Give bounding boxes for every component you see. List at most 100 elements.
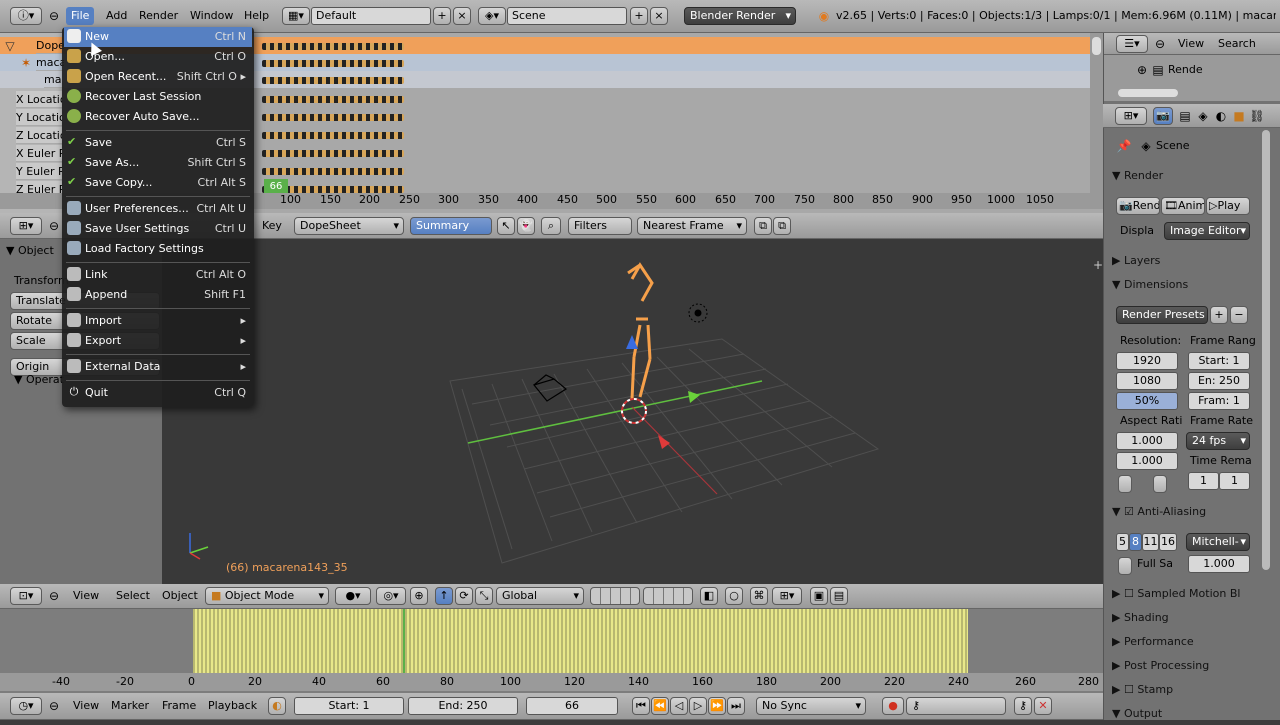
aa-samples-5[interactable]: 5 (1116, 533, 1129, 551)
play-reverse-icon[interactable]: ◁ (670, 697, 688, 715)
frame-end-field[interactable]: En: 250 (1188, 372, 1250, 390)
translate-manipulator-icon[interactable]: ↑ (435, 587, 453, 605)
scene-icon[interactable]: ◈▾ (478, 7, 506, 25)
dopesheet-scrollbar[interactable] (1090, 33, 1103, 209)
display-select[interactable]: Image Editor ▾ (1164, 222, 1250, 240)
jump-end-icon[interactable]: ⏭ (727, 697, 745, 715)
keyframe-strip[interactable] (262, 96, 404, 103)
editor-type-info-button[interactable]: ⓘ▾ (10, 7, 42, 25)
file-menu-save-as[interactable]: ✔ Save As... Shift Ctrl S (64, 153, 252, 173)
file-menu-save-copy[interactable]: ✔ Save Copy... Ctrl Alt S (64, 173, 252, 193)
properties-scrollbar[interactable] (1262, 130, 1270, 570)
channel-z-location[interactable]: Z Locatio (16, 127, 62, 144)
keyframe-strip[interactable] (262, 150, 404, 157)
show-hidden-toggle[interactable]: 👻 (517, 217, 535, 235)
menu-add[interactable]: Add (106, 7, 127, 25)
editor-type-dopesheet-button[interactable]: ⊞▾ (10, 217, 42, 235)
resolution-x-field[interactable]: 1920 (1116, 352, 1178, 370)
editor-type-outliner-button[interactable]: ☰▾ (1116, 35, 1148, 53)
border-checkbox[interactable] (1118, 475, 1132, 493)
search-icon[interactable]: ⌕ (541, 217, 561, 235)
menu-view[interactable]: View (1178, 35, 1204, 53)
time-remap-new-field[interactable]: 1 (1219, 472, 1250, 490)
file-menu-append[interactable]: Append Shift F1 (64, 285, 252, 305)
start-frame-field[interactable]: Start: 1 (294, 697, 404, 715)
channel-summary[interactable]: Dope (36, 37, 64, 54)
add-preset-button[interactable]: + (1210, 306, 1228, 324)
copy-keys-button[interactable]: ⧉ (754, 217, 772, 235)
layer-buttons[interactable] (643, 587, 693, 605)
layers-tab-icon[interactable]: ▤ (1177, 108, 1193, 124)
layer-buttons[interactable] (590, 587, 640, 605)
menu-view[interactable]: View (73, 587, 99, 605)
collapse-menu-icon[interactable]: ⊖ (46, 588, 62, 604)
add-layout-button[interactable]: + (433, 7, 451, 25)
timeline-current-frame-line[interactable] (403, 609, 405, 673)
collapse-menu-icon[interactable]: ⊖ (1152, 36, 1168, 52)
crop-checkbox[interactable] (1153, 475, 1167, 493)
time-remap-old-field[interactable]: 1 (1188, 472, 1219, 490)
timeline-ruler[interactable]: -40 -20 0 20 40 60 80 100 120 140 160 18… (0, 673, 1103, 691)
file-menu-quit[interactable]: ⏻ Quit Ctrl Q (64, 383, 252, 403)
animation-button[interactable]: 🎞Anim (1161, 197, 1205, 215)
editor-type-3dview-button[interactable]: ⊡▾ (10, 587, 42, 605)
render-presets-select[interactable]: Render Presets (1116, 306, 1208, 324)
world-tab-icon[interactable]: ◐ (1213, 108, 1229, 124)
channel-y-location[interactable]: Y Locatio (16, 109, 62, 126)
stamp-panel[interactable]: ▶ ☐ Stamp (1112, 679, 1252, 701)
keying-set-select[interactable]: ⚷ (906, 697, 1006, 715)
aspect-x-field[interactable]: 1.000 (1116, 432, 1178, 450)
collapse-menu-icon[interactable]: ⊖ (46, 698, 62, 714)
keyframe-strip[interactable] (262, 43, 404, 50)
file-menu-save-user-settings[interactable]: Save User Settings Ctrl U (64, 219, 252, 239)
play-button[interactable]: ▷Play (1206, 197, 1250, 215)
viewport-shading-select[interactable]: ●▾ (335, 587, 371, 605)
menu-frame[interactable]: Frame (162, 697, 196, 715)
menu-select[interactable]: Select (116, 587, 150, 605)
file-menu-external-data[interactable]: External Data ▸ (64, 357, 252, 377)
remove-layout-button[interactable]: × (453, 7, 471, 25)
sampled-motion-blur-panel[interactable]: ▶ ☐ Sampled Motion Bl (1112, 583, 1252, 605)
channel-x-location[interactable]: X Locatio (16, 91, 62, 108)
preview-range-toggle[interactable]: ◐ (268, 697, 286, 715)
channel-x-euler[interactable]: X Euler R (16, 145, 62, 162)
resolution-percentage-field[interactable]: 50% (1116, 392, 1178, 410)
lock-layers-icon[interactable]: ◧ (700, 587, 718, 605)
render-tab-icon[interactable]: 📷 (1153, 107, 1173, 125)
snap-mode-select[interactable]: Nearest Frame ▾ (637, 217, 747, 235)
menu-window[interactable]: Window (190, 7, 233, 25)
post-processing-panel[interactable]: ▶ Post Processing (1112, 655, 1252, 677)
keyframe-strip[interactable] (262, 60, 404, 67)
jump-prev-key-icon[interactable]: ⏪ (651, 697, 669, 715)
filters-button[interactable]: Filters (568, 217, 632, 235)
menu-playback[interactable]: Playback (208, 697, 257, 715)
file-menu-save[interactable]: ✔ Save Ctrl S (64, 133, 252, 153)
keyframe-strip[interactable] (262, 77, 404, 84)
render-only-icon[interactable]: ▣ (810, 587, 828, 605)
remove-preset-button[interactable]: − (1230, 306, 1248, 324)
jump-start-icon[interactable]: ⏮ (632, 697, 650, 715)
file-menu-link[interactable]: Link Ctrl Alt O (64, 265, 252, 285)
keyframe-strip[interactable] (262, 132, 404, 139)
aa-samples-16[interactable]: 16 (1159, 533, 1177, 551)
menu-render[interactable]: Render (139, 7, 178, 25)
editor-type-timeline-button[interactable]: ◷▾ (10, 697, 42, 715)
output-panel[interactable]: ▼ Output (1112, 703, 1252, 725)
delete-keyframe-icon[interactable]: ✕ (1034, 697, 1052, 715)
object-tab-icon[interactable]: ■ (1231, 108, 1247, 124)
frame-start-field[interactable]: Start: 1 (1188, 352, 1250, 370)
keyframe-strip[interactable] (262, 168, 404, 175)
anti-aliasing-panel-header[interactable]: ▼ ☑ Anti-Aliasing (1112, 501, 1252, 523)
file-menu-open-recent[interactable]: Open Recent... Shift Ctrl O ▸ (64, 67, 252, 87)
sync-mode-select[interactable]: No Sync ▾ (756, 697, 866, 715)
collapse-menu-icon[interactable]: ⊖ (46, 218, 62, 234)
pin-icon[interactable]: 📌 (1116, 138, 1132, 154)
jump-next-key-icon[interactable]: ⏩ (708, 697, 726, 715)
outliner-item[interactable]: Rende (1168, 61, 1203, 79)
menu-file[interactable]: File (66, 7, 95, 25)
opengl-render-icon[interactable]: ▤ (830, 587, 848, 605)
expand-arrow-icon[interactable]: ▽ (2, 38, 18, 54)
rotate-manipulator-icon[interactable]: ⟳ (455, 587, 473, 605)
menu-search[interactable]: Search (1218, 35, 1256, 53)
end-frame-field[interactable]: End: 250 (408, 697, 518, 715)
